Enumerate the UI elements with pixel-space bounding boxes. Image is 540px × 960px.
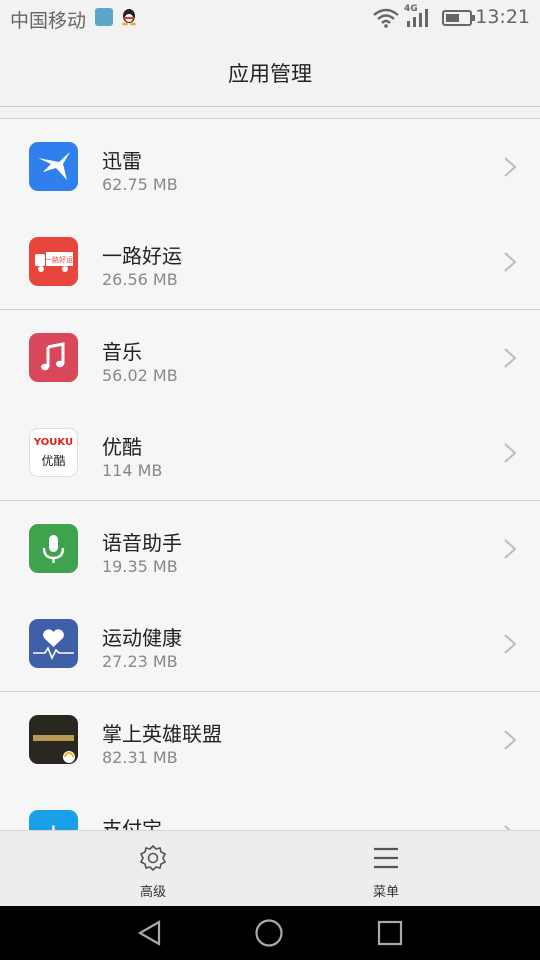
qq-notification-icon <box>122 9 136 26</box>
app-name: 运动健康 <box>102 626 182 650</box>
chevron-right-icon <box>504 634 517 654</box>
chevron-right-icon <box>504 539 517 559</box>
page-title: 应用管理 <box>228 62 312 86</box>
app-list[interactable]: 迅雷 62.75 MB 一路好运 一路好运 26.56 MB 音乐 56.02 … <box>0 118 540 831</box>
app-size: 114 MB <box>102 461 163 480</box>
home-icon[interactable] <box>254 918 284 948</box>
app-list-item-music[interactable]: 音乐 56.02 MB <box>0 310 540 405</box>
heart-pulse-icon <box>29 619 78 668</box>
gallery-notification-icon <box>95 8 113 26</box>
microphone-icon <box>29 524 78 573</box>
chevron-right-icon <box>504 252 517 272</box>
recent-apps-icon[interactable] <box>375 918 405 948</box>
app-name: 优酷 <box>102 435 142 459</box>
chevron-right-icon <box>504 443 517 463</box>
back-icon[interactable] <box>135 918 165 948</box>
thunder-bird-icon <box>29 142 78 191</box>
app-size: 27.23 MB <box>102 652 178 671</box>
app-size: 26.56 MB <box>102 270 178 289</box>
clock: 13:21 <box>475 6 530 28</box>
music-note-icon <box>29 333 78 382</box>
signal-icon <box>407 9 428 27</box>
carrier-label: 中国移动 <box>10 10 87 32</box>
app-list-item-voice-assistant[interactable]: 语音助手 19.35 MB <box>0 501 540 596</box>
app-name: 支付宝 <box>102 817 162 831</box>
gear-icon <box>139 844 167 872</box>
truck-icon: 一路好运 <box>29 237 78 286</box>
advanced-label: 高级 <box>139 885 166 900</box>
alipay-logo-text: 支 <box>29 816 78 831</box>
app-size: 62.75 MB <box>102 175 178 194</box>
app-list-item-yiluhaoyun[interactable]: 一路好运 一路好运 26.56 MB <box>0 214 540 310</box>
app-name: 一路好运 <box>102 244 182 268</box>
menu-button[interactable]: 菜单 <box>326 831 446 907</box>
bottom-action-bar: 高级 菜单 <box>0 830 540 907</box>
app-size: 56.02 MB <box>102 366 178 385</box>
chevron-right-icon <box>504 730 517 750</box>
status-bar: 中国移动 4G 13:21 <box>0 0 540 36</box>
youku-logo-text: YOUKU <box>33 437 74 448</box>
app-size: 19.35 MB <box>102 557 178 576</box>
app-name: 迅雷 <box>102 149 142 173</box>
wifi-icon <box>373 8 399 28</box>
youku-icon: YOUKU 优酷 <box>29 428 78 477</box>
app-name: 音乐 <box>102 340 142 364</box>
app-list-item-alipay[interactable]: 支 支付宝 <box>0 787 540 831</box>
app-size: 82.31 MB <box>102 748 178 767</box>
app-name: 语音助手 <box>102 531 182 555</box>
app-list-item-health[interactable]: 运动健康 27.23 MB <box>0 596 540 692</box>
youku-logo-text-cn: 优酷 <box>41 454 66 468</box>
app-name: 掌上英雄联盟 <box>102 722 222 746</box>
chevron-right-icon <box>504 157 517 177</box>
menu-label: 菜单 <box>372 885 399 900</box>
advanced-button[interactable]: 高级 <box>93 831 213 907</box>
chevron-right-icon <box>504 348 517 368</box>
truck-icon-text: 一路好运 <box>45 255 73 264</box>
title-bar: 应用管理 <box>0 36 540 107</box>
app-list-item-lol[interactable]: 掌上英雄联盟 82.31 MB <box>0 692 540 787</box>
lol-icon <box>29 715 78 764</box>
alipay-icon: 支 <box>29 810 78 831</box>
app-list-item-youku[interactable]: YOUKU 优酷 优酷 114 MB <box>0 405 540 501</box>
menu-icon <box>374 847 398 869</box>
battery-icon <box>442 10 475 26</box>
navigation-bar <box>0 906 540 960</box>
app-list-item-xunlei[interactable]: 迅雷 62.75 MB <box>0 119 540 214</box>
